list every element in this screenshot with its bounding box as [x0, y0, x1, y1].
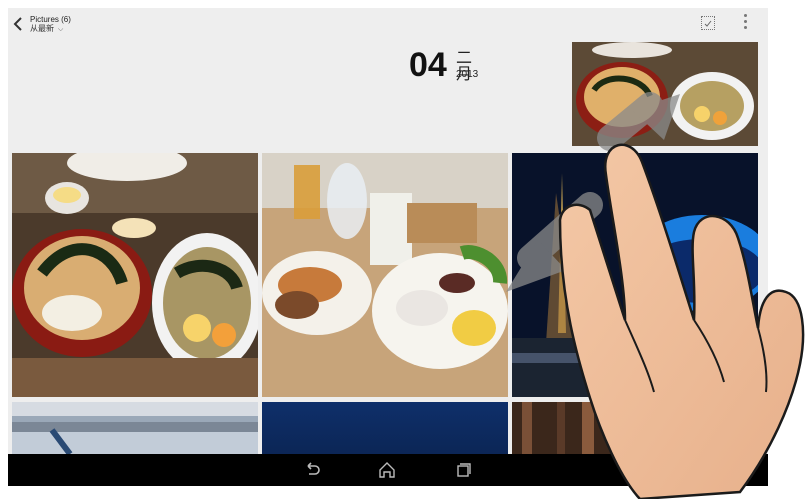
system-navigation-bar	[8, 454, 768, 486]
nav-back-button[interactable]	[302, 460, 322, 480]
photo-snow-field[interactable]	[12, 402, 258, 454]
nav-recents-button[interactable]	[453, 460, 473, 480]
recent-apps-icon	[457, 463, 471, 477]
date-year: 2013	[456, 69, 479, 80]
photo-night-tower[interactable]	[512, 153, 758, 397]
nav-home-button[interactable]	[377, 460, 397, 480]
back-button[interactable]	[10, 14, 26, 34]
sort-label: 从最新	[30, 24, 54, 33]
more-vertical-icon[interactable]	[742, 14, 748, 34]
photo-wooden[interactable]	[512, 402, 758, 454]
photo-ramen[interactable]	[12, 153, 258, 397]
photo-thumbnail-ramen[interactable]	[572, 42, 758, 146]
gallery-screen: Pictures (6) 从最新 ⌵ 04 二月 2013	[8, 8, 768, 486]
photo-blue-sky[interactable]	[262, 402, 508, 454]
date-day: 04	[409, 46, 447, 84]
album-title: Pictures (6)	[30, 15, 71, 24]
photo-breakfast[interactable]	[262, 153, 508, 397]
select-checkbox-icon[interactable]	[701, 16, 715, 30]
check-icon	[704, 20, 712, 27]
back-arrow-icon	[307, 462, 320, 475]
chevron-down-icon: ⌵	[58, 26, 64, 33]
action-bar: Pictures (6) 从最新 ⌵	[8, 8, 768, 40]
home-icon	[379, 462, 395, 478]
sort-dropdown[interactable]: 从最新 ⌵	[30, 24, 71, 34]
album-selector[interactable]: Pictures (6) 从最新 ⌵	[30, 15, 71, 34]
chevron-left-icon	[13, 17, 22, 31]
